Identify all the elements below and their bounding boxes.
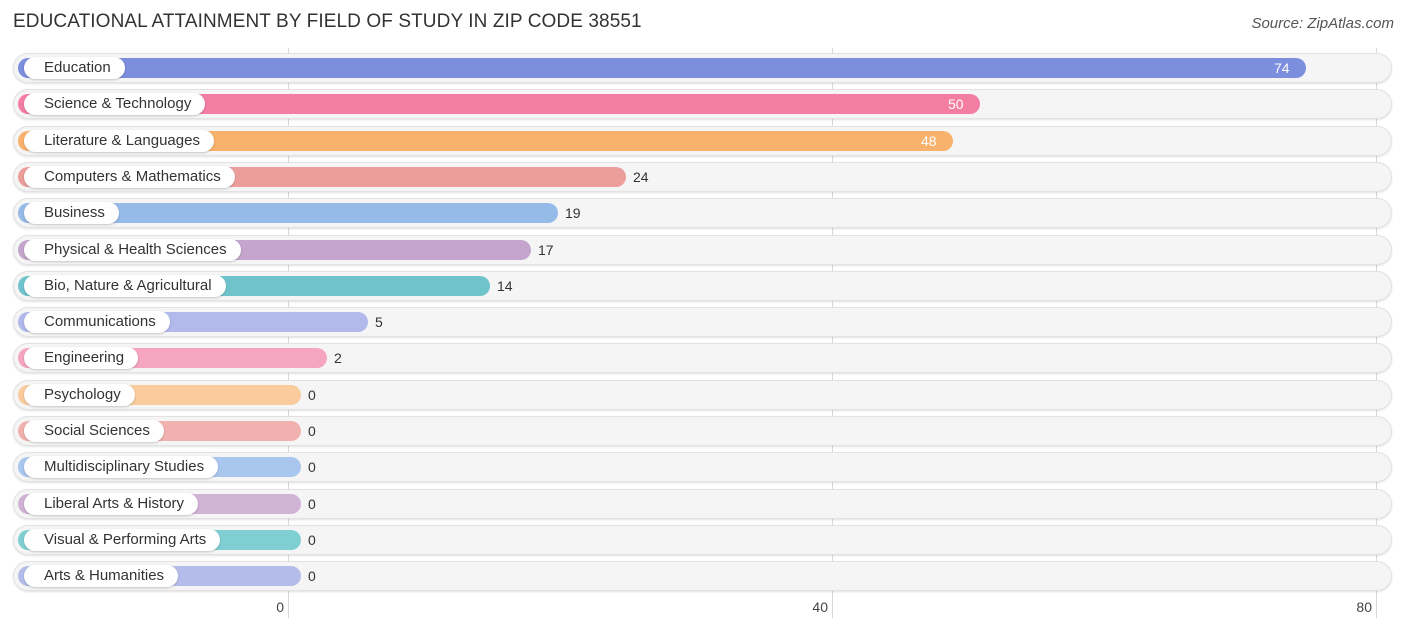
category-label: Business [24, 202, 119, 224]
category-label: Science & Technology [24, 93, 206, 115]
x-tick-label: 80 [1356, 599, 1372, 615]
value-label: 17 [538, 242, 554, 258]
category-label: Bio, Nature & Agricultural [24, 275, 226, 297]
category-label: Multidisciplinary Studies [24, 456, 219, 478]
value-label: 48 [921, 133, 937, 149]
value-label: 0 [308, 568, 316, 584]
x-tick-label: 40 [812, 599, 828, 615]
value-label: 5 [375, 314, 383, 330]
value-label: 0 [308, 532, 316, 548]
category-label: Visual & Performing Arts [24, 529, 221, 551]
category-label: Liberal Arts & History [24, 493, 199, 515]
category-label: Psychology [24, 384, 135, 406]
value-label: 0 [308, 496, 316, 512]
value-label: 0 [308, 423, 316, 439]
value-label: 24 [633, 169, 649, 185]
category-label: Physical & Health Sciences [24, 239, 241, 261]
category-label: Education [24, 57, 125, 79]
category-label: Engineering [24, 347, 139, 369]
category-label: Computers & Mathematics [24, 166, 235, 188]
value-label: 19 [565, 205, 581, 221]
value-label: 74 [1274, 60, 1290, 76]
value-label: 2 [334, 350, 342, 366]
category-label: Social Sciences [24, 420, 164, 442]
category-label: Arts & Humanities [24, 565, 179, 587]
x-tick-label: 0 [276, 599, 284, 615]
category-label: Literature & Languages [24, 130, 214, 152]
value-label: 0 [308, 387, 316, 403]
value-label: 0 [308, 459, 316, 475]
bar-chart: 0 40 80 Education 74 Science & Technology 50 Li… [0, 0, 1406, 631]
bar[interactable] [18, 58, 1306, 78]
value-label: 14 [497, 278, 513, 294]
category-label: Communications [24, 311, 170, 333]
value-label: 50 [948, 96, 964, 112]
